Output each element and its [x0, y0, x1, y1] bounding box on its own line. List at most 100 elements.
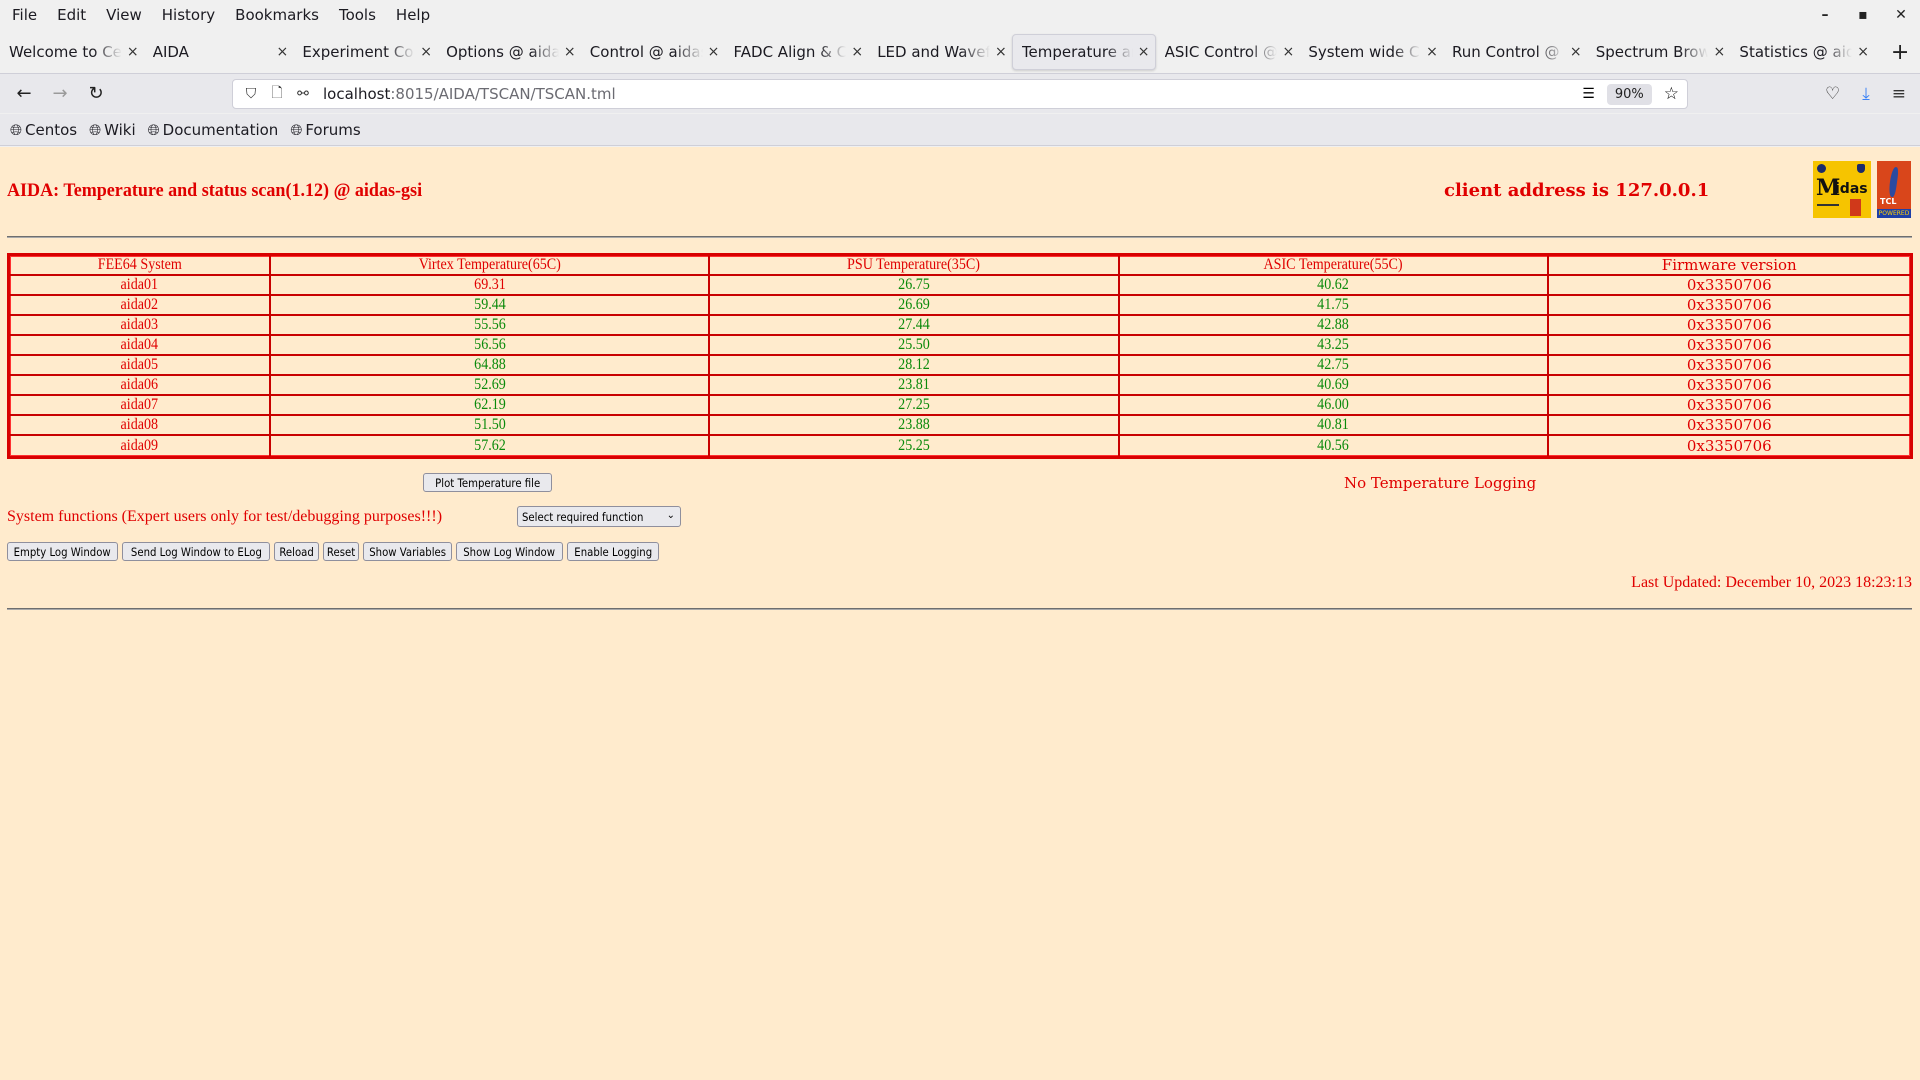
- bookmark-star-icon[interactable]: ☆: [1664, 84, 1679, 104]
- maximize-icon[interactable]: ▪: [1844, 7, 1882, 23]
- send-log-window-to-elog-button[interactable]: Send Log Window to ELog: [122, 542, 270, 561]
- bookmark-label: Centos: [25, 120, 78, 139]
- page-title: AIDA: Temperature and status scan(1.12) …: [7, 180, 423, 201]
- close-tab-icon[interactable]: ×: [1852, 44, 1874, 60]
- forward-arrow-icon[interactable]: →: [42, 83, 78, 104]
- firmware-cell: 0x3350706: [1548, 356, 1910, 376]
- tab-welcome-to-centos[interactable]: Welcome to Centos×: [0, 34, 144, 70]
- reset-button[interactable]: Reset: [323, 542, 359, 561]
- menu-tools[interactable]: Tools: [331, 6, 384, 24]
- psu-temp-cell: 23.88: [709, 416, 1120, 436]
- close-tab-icon[interactable]: ×: [990, 44, 1012, 60]
- asic-temp-cell: 40.56: [1120, 436, 1549, 456]
- close-tab-icon[interactable]: ×: [846, 44, 868, 60]
- globe-icon: 🌐︎: [89, 120, 102, 139]
- tab-label: Welcome to Centos: [9, 43, 122, 61]
- bookmark-centos[interactable]: 🌐︎ Centos: [10, 121, 77, 139]
- bookmark-label: Documentation: [162, 120, 279, 139]
- menu-view[interactable]: View: [98, 6, 150, 24]
- menu-help[interactable]: Help: [388, 6, 438, 24]
- menu-edit[interactable]: Edit: [49, 6, 94, 24]
- tab-label: Spectrum Browser: [1595, 43, 1709, 61]
- bookmark-documentation[interactable]: 🌐︎ Documentation: [148, 121, 279, 139]
- app-menu-icon[interactable]: ≡: [1892, 84, 1906, 104]
- close-tab-icon[interactable]: ×: [271, 44, 293, 60]
- tab-label: System wide Checks: [1308, 43, 1421, 61]
- asic-temp-cell: 40.69: [1119, 376, 1549, 396]
- permissions-icon[interactable]: ⚯: [295, 86, 311, 102]
- tab-led-and-waveform[interactable]: LED and Waveform×: [868, 34, 1012, 70]
- show-variables-button[interactable]: Show Variables: [363, 542, 452, 561]
- system-cell: aida03: [10, 316, 272, 336]
- tab-system-wide-checks[interactable]: System wide Checks×: [1299, 34, 1443, 70]
- tab-asic-control-aidas-gsi[interactable]: ASIC Control @ aidas-gsi×: [1156, 34, 1300, 70]
- tab-spectrum-browser[interactable]: Spectrum Browser×: [1587, 34, 1731, 70]
- tab-fadc-align-control[interactable]: FADC Align & Control×: [725, 34, 869, 70]
- table-row: aida08 51.50 23.88 40.81 0x3350706: [10, 416, 1910, 436]
- close-tab-icon[interactable]: ×: [415, 44, 437, 60]
- close-tab-icon[interactable]: ×: [1565, 44, 1587, 60]
- psu-temp-cell: 28.12: [709, 356, 1120, 376]
- menu-bookmarks[interactable]: Bookmarks: [227, 6, 327, 24]
- tab-run-control-aidas-gsi[interactable]: Run Control @ aidas-gsi×: [1443, 34, 1587, 70]
- tab-label: Temperature and status scan: [1021, 43, 1133, 61]
- reader-view-icon[interactable]: ☰: [1582, 86, 1595, 102]
- tab-statistics-aidas-gsi[interactable]: Statistics @ aidas-gsi×: [1730, 34, 1874, 70]
- close-tab-icon[interactable]: ×: [1708, 44, 1730, 60]
- divider-top: [7, 236, 1912, 238]
- close-tab-icon[interactable]: ×: [1421, 44, 1443, 60]
- new-tab-icon[interactable]: +: [1880, 40, 1920, 65]
- firmware-cell: 0x3350706: [1548, 316, 1910, 336]
- tab-options-aidas-gsi[interactable]: Options @ aidas-gsi×: [437, 34, 581, 70]
- psu-temp-cell: 26.75: [709, 276, 1120, 296]
- plot-temperature-file-button[interactable]: Plot Temperature file: [423, 473, 553, 492]
- bookmark-wiki[interactable]: 🌐︎ Wiki: [89, 121, 136, 139]
- url-text[interactable]: localhost:8015/AIDA/TSCAN/TSCAN.tml: [323, 85, 616, 103]
- midas-logo[interactable]: M idas: [1813, 161, 1871, 218]
- firmware-cell: 0x3350706: [1548, 396, 1910, 416]
- minimize-icon[interactable]: –: [1806, 7, 1844, 23]
- firmware-cell: 0x3350706: [1548, 416, 1910, 436]
- close-tab-icon[interactable]: ×: [703, 44, 725, 60]
- close-tab-icon[interactable]: ×: [559, 44, 581, 60]
- shield-icon[interactable]: ⛉: [243, 86, 259, 102]
- column-header-system: FEE64 System: [10, 256, 272, 276]
- asic-temp-cell: 42.75: [1119, 356, 1549, 376]
- close-tab-icon[interactable]: ×: [1277, 44, 1299, 60]
- table-row: aida01 69.31 26.75 40.62 0x3350706: [10, 276, 1910, 296]
- close-window-icon[interactable]: ✕: [1882, 7, 1920, 23]
- system-cell: aida07: [10, 396, 272, 416]
- close-tab-icon[interactable]: ×: [1133, 44, 1155, 60]
- firmware-cell: 0x3350706: [1548, 336, 1910, 356]
- menu-history[interactable]: History: [154, 6, 223, 24]
- tab-bar: Welcome to Centos×AIDA×Experiment Contro…: [0, 32, 1920, 72]
- tab-label: Run Control @ aidas-gsi: [1452, 43, 1565, 61]
- tab-label: FADC Align & Control: [733, 43, 847, 61]
- bookmark-forums[interactable]: 🌐︎ Forums: [290, 121, 360, 139]
- enable-logging-button[interactable]: Enable Logging: [567, 542, 659, 561]
- show-log-window-button[interactable]: Show Log Window: [456, 542, 563, 561]
- pocket-icon[interactable]: ♡: [1825, 84, 1840, 104]
- menu-file[interactable]: File: [4, 6, 45, 24]
- asic-temp-cell: 40.81: [1119, 416, 1549, 436]
- reload-button[interactable]: Reload: [274, 542, 319, 561]
- virtex-temp-cell: 56.56: [271, 336, 710, 356]
- tab-aida[interactable]: AIDA ×: [144, 34, 294, 70]
- close-tab-icon[interactable]: ×: [122, 44, 144, 60]
- empty-log-window-button[interactable]: Empty Log Window: [7, 542, 118, 561]
- globe-icon: 🌐︎: [10, 120, 23, 139]
- downloads-icon[interactable]: ⤓: [1862, 84, 1870, 104]
- tab-control-aidas-gsi[interactable]: Control @ aidas-gsi×: [581, 34, 725, 70]
- tab-experiment-control[interactable]: Experiment Control×: [293, 34, 437, 70]
- url-bar[interactable]: ⛉ 🗋 ⚯ localhost:8015/AIDA/TSCAN/TSCAN.tm…: [232, 79, 1688, 109]
- function-select[interactable]: Select required function ⌄: [517, 506, 681, 527]
- reload-icon[interactable]: ↻: [78, 83, 114, 104]
- zoom-level[interactable]: 90%: [1606, 83, 1652, 105]
- system-cell: aida08: [10, 416, 272, 436]
- asic-temp-cell: 42.88: [1119, 316, 1549, 336]
- tab-temperature-and-status-scan[interactable]: Temperature and status scan×: [1011, 34, 1156, 70]
- virtex-temp-cell: 52.69: [271, 376, 710, 396]
- divider-bottom: [7, 608, 1912, 610]
- back-arrow-icon[interactable]: ←: [6, 83, 42, 104]
- tcl-powered-logo[interactable]: TCL POWERED: [1877, 161, 1911, 218]
